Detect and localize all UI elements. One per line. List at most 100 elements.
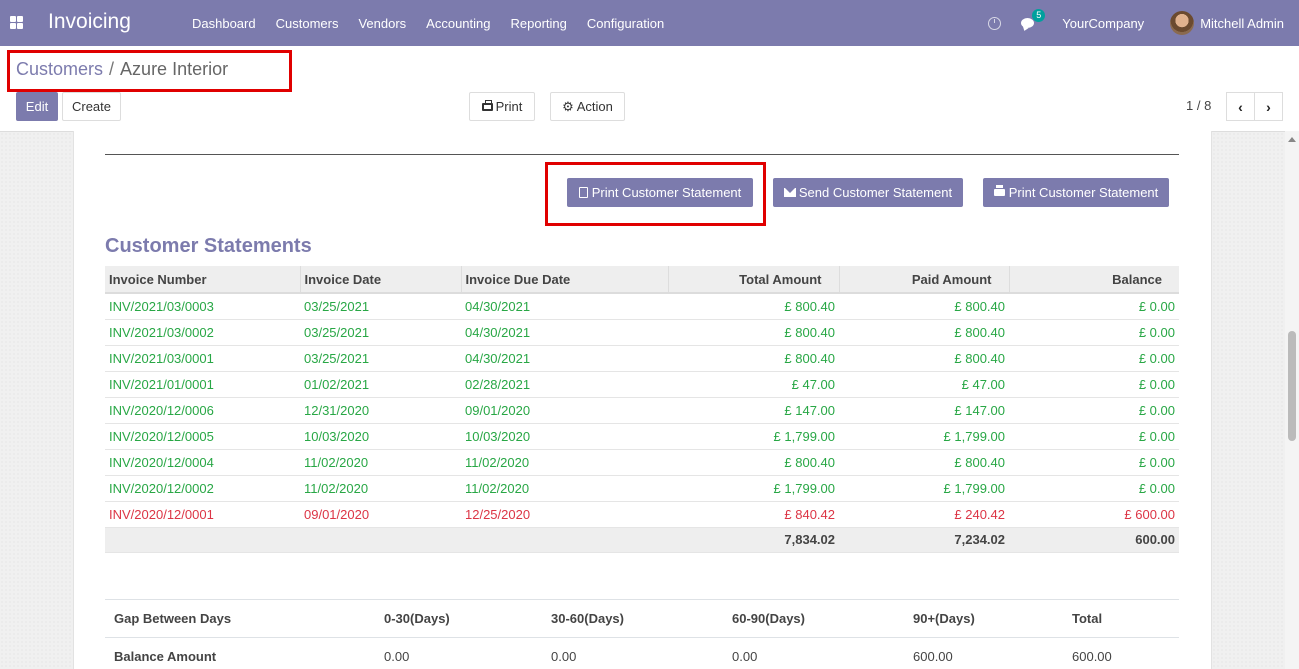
cell-balance: £ 0.00	[1009, 423, 1179, 450]
aging-table: Gap Between Days 0-30(Days) 30-60(Days) …	[105, 599, 1179, 669]
action-label: Action	[576, 99, 613, 114]
table-row[interactable]: INV/2020/12/0002 11/02/2020 11/02/2020 £ 1,…	[105, 475, 1179, 502]
aging-value-60-90: 0.00	[723, 637, 904, 669]
cell-invoice-due-date: 12/25/2020	[461, 501, 668, 528]
table-row[interactable]: INV/2020/12/0006 12/31/2020 09/01/2020 £ 14…	[105, 397, 1179, 424]
pager-value[interactable]: 1 / 8	[1186, 98, 1211, 113]
cell-total-amount: £ 1,799.00	[668, 475, 839, 502]
cell-invoice-date: 11/02/2020	[300, 475, 461, 502]
cell-invoice-due-date: 11/02/2020	[461, 475, 668, 502]
cell-paid-amount: £ 800.40	[839, 319, 1009, 346]
cell-invoice-due-date: 04/30/2021	[461, 319, 668, 346]
scrollbar-thumb[interactable]	[1288, 331, 1296, 441]
aging-header-60-90: 60-90(Days)	[723, 599, 904, 638]
cell-balance: £ 0.00	[1009, 475, 1179, 502]
cell-balance: £ 0.00	[1009, 293, 1179, 320]
highlight-box-breadcrumb	[7, 50, 292, 92]
activity-clock-icon[interactable]	[988, 16, 1002, 30]
column-header-balance[interactable]: Balance	[1009, 266, 1179, 294]
aging-header-30-60: 30-60(Days)	[542, 599, 723, 638]
paid-sum: 7,234.02	[839, 527, 1009, 553]
table-row[interactable]: INV/2021/03/0001 03/25/2021 04/30/2021 £ 80…	[105, 345, 1179, 372]
user-avatar[interactable]	[1170, 11, 1195, 35]
table-row[interactable]: INV/2021/03/0002 03/25/2021 04/30/2021 £ 80…	[105, 319, 1179, 346]
cell-invoice-date: 03/25/2021	[300, 319, 461, 346]
cell-total-amount: £ 147.00	[668, 397, 839, 424]
print-customer-statement-pdf-button[interactable]: Print Customer Statement	[983, 178, 1169, 207]
app-title[interactable]: Invoicing	[48, 10, 131, 34]
user-menu[interactable]: Mitchell Admin	[1200, 16, 1284, 31]
cell-balance: £ 0.00	[1009, 371, 1179, 398]
printer-icon	[481, 99, 493, 111]
cell-invoice-number: INV/2020/12/0002	[105, 475, 300, 502]
cell-invoice-due-date: 11/02/2020	[461, 449, 668, 476]
chat-bubble-icon	[1021, 18, 1035, 28]
cell-invoice-date: 12/31/2020	[300, 397, 461, 424]
table-row[interactable]: INV/2021/03/0003 03/25/2021 04/30/2021 £ 80…	[105, 293, 1179, 320]
cell-paid-amount: £ 1,799.00	[839, 423, 1009, 450]
cell-invoice-date: 03/25/2021	[300, 345, 461, 372]
menu-configuration[interactable]: Configuration	[577, 16, 674, 31]
cell-invoice-date: 03/25/2021	[300, 293, 461, 320]
totals-empty-cell	[105, 527, 300, 553]
cell-invoice-number: INV/2020/12/0006	[105, 397, 300, 424]
printer-icon	[993, 185, 1005, 196]
cell-invoice-number: INV/2021/03/0003	[105, 293, 300, 320]
print-label: Print	[495, 99, 523, 114]
chevron-left-icon: ‹	[1238, 98, 1243, 115]
navbar-systray: 5 YourCompany Mitchell Admin	[988, 0, 1299, 46]
action-dropdown-button[interactable]: ⚙ Action	[550, 92, 625, 121]
cell-paid-amount: £ 800.40	[839, 345, 1009, 372]
cell-invoice-number: INV/2020/12/0004	[105, 449, 300, 476]
messaging-menu[interactable]: 5	[1021, 9, 1046, 28]
cell-paid-amount: £ 47.00	[839, 371, 1009, 398]
cell-invoice-due-date: 09/01/2020	[461, 397, 668, 424]
print-dropdown-button[interactable]: Print	[469, 92, 535, 121]
pager-previous-button[interactable]: ‹	[1226, 92, 1255, 121]
cell-balance: £ 600.00	[1009, 501, 1179, 528]
pager-next-button[interactable]: ›	[1254, 92, 1283, 121]
column-header-invoice-number[interactable]: Invoice Number	[105, 266, 301, 294]
cell-paid-amount: £ 800.40	[839, 293, 1009, 320]
cell-invoice-due-date: 04/30/2021	[461, 345, 668, 372]
column-header-invoice-date[interactable]: Invoice Date	[300, 266, 462, 294]
table-row[interactable]: INV/2020/12/0004 11/02/2020 11/02/2020 £ 80…	[105, 449, 1179, 476]
gear-icon: ⚙	[562, 98, 574, 114]
cell-balance: £ 0.00	[1009, 319, 1179, 346]
edit-button[interactable]: Edit	[16, 92, 58, 121]
apps-menu-icon[interactable]	[10, 16, 23, 29]
send-statement-label: Send Customer Statement	[798, 185, 953, 200]
cell-invoice-number: INV/2021/03/0001	[105, 345, 300, 372]
menu-dashboard[interactable]: Dashboard	[182, 16, 266, 31]
table-header-row: Invoice Number Invoice Date Invoice Due …	[105, 266, 1179, 294]
cell-balance: £ 0.00	[1009, 449, 1179, 476]
create-button[interactable]: Create	[62, 92, 121, 121]
envelope-icon	[783, 188, 796, 197]
menu-reporting[interactable]: Reporting	[501, 16, 577, 31]
totals-empty-cell	[300, 527, 461, 553]
cell-total-amount: £ 800.40	[668, 319, 839, 346]
column-header-paid-amount[interactable]: Paid Amount	[839, 266, 1010, 294]
scroll-up-arrow-icon[interactable]	[1288, 137, 1296, 142]
menu-vendors[interactable]: Vendors	[348, 16, 416, 31]
column-header-invoice-due-date[interactable]: Invoice Due Date	[461, 266, 669, 294]
menu-customers[interactable]: Customers	[266, 16, 349, 31]
send-customer-statement-button[interactable]: Send Customer Statement	[773, 178, 963, 207]
menu-accounting[interactable]: Accounting	[416, 16, 500, 31]
cell-balance: £ 0.00	[1009, 345, 1179, 372]
company-switcher[interactable]: YourCompany	[1062, 16, 1144, 31]
table-row[interactable]: INV/2020/12/0005 10/03/2020 10/03/2020 £ 1,…	[105, 423, 1179, 450]
table-row[interactable]: INV/2020/12/0001 09/01/2020 12/25/2020 £ 84…	[105, 501, 1179, 528]
top-navbar: Invoicing Dashboard Customers Vendors Ac…	[0, 0, 1299, 46]
cell-total-amount: £ 840.42	[668, 501, 839, 528]
vertical-scrollbar[interactable]	[1285, 131, 1299, 669]
main-menu: Dashboard Customers Vendors Accounting R…	[182, 0, 674, 46]
column-header-total-amount[interactable]: Total Amount	[668, 266, 840, 294]
balance-sum: 600.00	[1009, 527, 1179, 553]
cell-paid-amount: £ 1,799.00	[839, 475, 1009, 502]
cell-invoice-date: 10/03/2020	[300, 423, 461, 450]
aging-header-gap: Gap Between Days	[105, 599, 375, 638]
aging-header-90-plus: 90+(Days)	[904, 599, 1063, 638]
aging-value-0-30: 0.00	[375, 637, 542, 669]
table-row[interactable]: INV/2021/01/0001 01/02/2021 02/28/2021 £ 47…	[105, 371, 1179, 398]
